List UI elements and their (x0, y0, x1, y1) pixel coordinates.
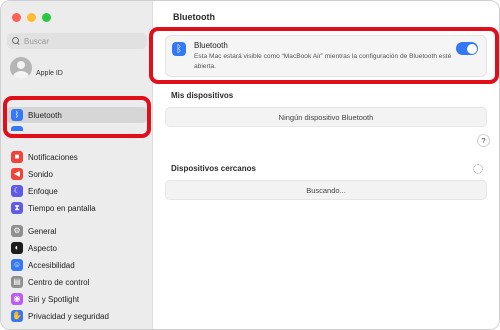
sidebar-item-tiempo-en-pantalla[interactable]: ⧗ Tiempo en pantalla (7, 200, 147, 216)
gear-icon: ⚙ (11, 225, 23, 237)
close-button[interactable] (12, 13, 21, 22)
nearby-devices-heading: Dispositivos cercanos (171, 164, 256, 173)
sidebar-item-bluetooth[interactable]: ᛒ Bluetooth (7, 107, 147, 123)
apple-id-account[interactable]: Apple ID (10, 57, 63, 79)
sidebar-item-general[interactable]: ⚙ General (7, 223, 147, 239)
sidebar-item-label: Siri y Spotlight (28, 294, 80, 304)
settings-window: Apple ID ᛒ Bluetooth ■ Notificaciones ◀ … (0, 0, 500, 330)
sidebar-item-label: Aspecto (28, 243, 57, 253)
bell-icon: ■ (11, 151, 23, 163)
bluetooth-setting-card: ᛒ Bluetooth Esta Mac estará visible como… (165, 35, 487, 77)
bluetooth-setting-title: Bluetooth (194, 41, 228, 50)
sidebar-item-enfoque[interactable]: ☾ Enfoque (7, 183, 147, 199)
hand-icon: ✋ (11, 310, 23, 322)
search-input[interactable] (24, 36, 134, 46)
bluetooth-toggle[interactable] (456, 42, 478, 55)
window-controls (12, 13, 51, 22)
sidebar-item-privacidad-y-seguridad[interactable]: ✋ Privacidad y seguridad (7, 308, 147, 324)
speaker-icon: ◀ (11, 168, 23, 180)
sidebar-item-aspecto[interactable]: ◐ Aspecto (7, 240, 147, 256)
sidebar-item-label: Bluetooth (28, 110, 62, 120)
sidebar-item-label: Tiempo en pantalla (28, 203, 96, 213)
avatar (10, 57, 32, 79)
nearby-devices-list: Buscando... (165, 180, 487, 200)
toggle-knob (466, 43, 477, 54)
maximize-button[interactable] (42, 13, 51, 22)
sidebar-item-centro-de-control[interactable]: ▤ Centro de control (7, 274, 147, 290)
sidebar-item-notificaciones[interactable]: ■ Notificaciones (7, 149, 147, 165)
bluetooth-icon: ᛒ (11, 109, 23, 121)
search-field[interactable] (7, 33, 147, 49)
accessibility-icon: ☺ (11, 259, 23, 271)
sidebar-item-label: Accesibilidad (28, 260, 75, 270)
sidebar-item-label: Notificaciones (28, 152, 78, 162)
my-devices-empty-text: Ningún dispositivo Bluetooth (278, 112, 374, 122)
my-devices-list: Ningún dispositivo Bluetooth (165, 107, 487, 127)
main-content: Bluetooth ᛒ Bluetooth Esta Mac estará vi… (153, 1, 499, 329)
bluetooth-icon: ᛒ (172, 42, 186, 56)
sidebar: Apple ID ᛒ Bluetooth ■ Notificaciones ◀ … (1, 1, 153, 329)
sidebar-item-label: General (28, 226, 57, 236)
sidebar-item-label: Privacidad y seguridad (28, 311, 109, 321)
appearance-icon: ◐ (11, 242, 23, 254)
minimize-button[interactable] (27, 13, 36, 22)
page-title: Bluetooth (173, 12, 215, 22)
moon-icon: ☾ (11, 185, 23, 197)
sidebar-item-partial-icon (11, 126, 23, 131)
hourglass-icon: ⧗ (11, 202, 23, 214)
sidebar-item-label: Centro de control (28, 277, 90, 287)
control-center-icon: ▤ (11, 276, 23, 288)
my-devices-heading: Mis dispositivos (171, 91, 234, 100)
sidebar-item-label: Sonido (28, 169, 53, 179)
help-button[interactable]: ? (477, 134, 490, 147)
siri-icon: ◉ (11, 293, 23, 305)
sidebar-item-siri-y-spotlight[interactable]: ◉ Siri y Spotlight (7, 291, 147, 307)
sidebar-item-accesibilidad[interactable]: ☺ Accesibilidad (7, 257, 147, 273)
sidebar-item-label: Enfoque (28, 186, 58, 196)
search-icon (12, 37, 20, 45)
sidebar-item-sonido[interactable]: ◀ Sonido (7, 166, 147, 182)
loading-spinner-icon (473, 164, 483, 174)
account-label: Apple ID (36, 69, 63, 77)
nearby-devices-status: Buscando... (306, 185, 346, 195)
bluetooth-setting-description: Esta Mac estará visible como “MacBook Ai… (194, 53, 452, 70)
